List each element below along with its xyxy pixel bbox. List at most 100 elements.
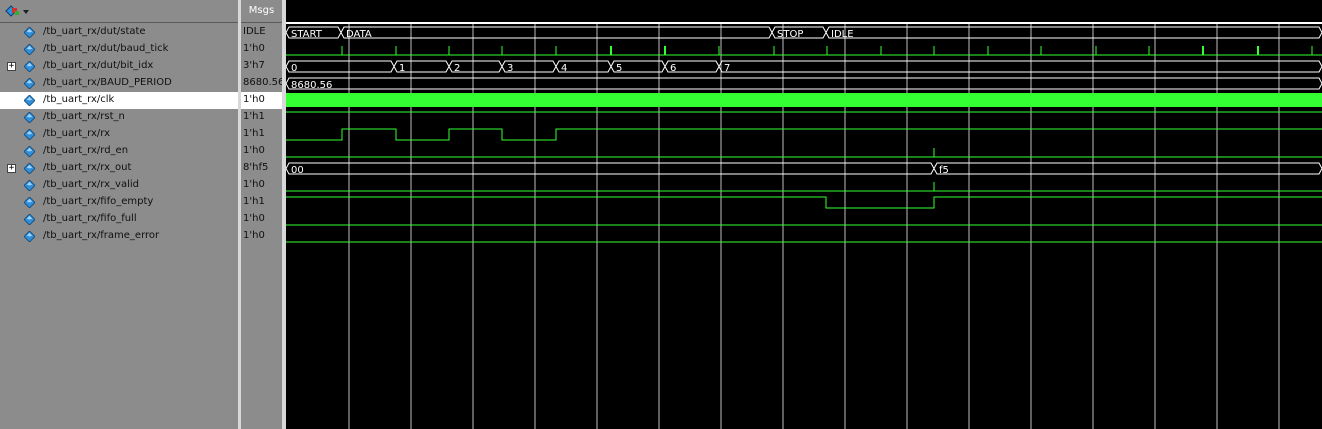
baud-period-segment [286, 77, 1322, 90]
bit-idx-segment [286, 60, 395, 73]
bit-idx-label: 4 [561, 63, 567, 74]
clk-trace [286, 93, 1322, 107]
state-label: START [291, 29, 323, 40]
bit-idx-label: 0 [291, 63, 297, 74]
value-row: IDLE [241, 24, 282, 41]
diamond-signal-icon [24, 146, 35, 157]
signal-value: 1'h0 [243, 213, 265, 224]
signal-row[interactable]: /tb_uart_rx/frame_error [0, 228, 238, 245]
value-row: 1'h1 [241, 109, 282, 126]
signal-row[interactable]: /tb_uart_rx/fifo_empty [0, 194, 238, 211]
plus-expander-icon[interactable]: + [7, 164, 16, 173]
signal-value: 1'h1 [243, 196, 265, 207]
rx-trace [286, 128, 1322, 141]
diamond-signal-icon [24, 61, 35, 72]
values-panel: Msgs IDLE 1'h0 3'h7 8680.56 1'h0 1'h1 1'h1 1'h0… [241, 0, 285, 429]
signal-value: 1'h1 [243, 111, 265, 122]
fifo-empty-trace [286, 196, 1322, 209]
state-label: STOP [777, 29, 803, 40]
msgs-header: Msgs [241, 0, 282, 23]
signal-value: 1'h0 [243, 43, 265, 54]
bit-idx-label: 6 [670, 63, 676, 74]
signal-value: 1'h0 [243, 179, 265, 190]
signal-value: 8'hf5 [243, 162, 269, 173]
rx-out-label: f5 [939, 165, 949, 176]
diamond-signal-icon [24, 95, 35, 106]
baud-period-label: 8680.56 [291, 80, 332, 91]
names-header [0, 0, 238, 23]
signal-value: 1'h0 [243, 145, 265, 156]
value-row: 1'h1 [241, 126, 282, 143]
value-row: 1'h0 [241, 228, 282, 245]
state-segment [340, 26, 773, 39]
diamond-signal-icon [24, 27, 35, 38]
waveform-svg[interactable]: START DATA STOP IDLE 0 1 2 3 4 5 6 7 8680.56 00 f5 [286, 0, 1322, 429]
signal-name: /tb_uart_rx/fifo_empty [43, 196, 154, 207]
signal-name: /tb_uart_rx/rx [43, 128, 111, 139]
signal-row[interactable]: /tb_uart_rx/rd_en [0, 143, 238, 160]
bit-idx-label: 3 [507, 63, 513, 74]
wave-window: /tb_uart_rx/dut/state/tb_uart_rx/dut/bau… [0, 0, 1322, 429]
value-row: 1'h0 [241, 211, 282, 228]
waveform-canvas[interactable]: START DATA STOP IDLE 0 1 2 3 4 5 6 7 8680.56 00 f5 [286, 0, 1322, 429]
diamond-signal-icon [24, 129, 35, 140]
value-row: 1'h1 [241, 194, 282, 211]
diamond-signal-icon [24, 231, 35, 242]
plus-expander-icon[interactable]: + [7, 62, 16, 71]
diamond-signal-icon [24, 180, 35, 191]
signal-name: /tb_uart_rx/BAUD_PERIOD [43, 77, 172, 88]
state-label: IDLE [831, 29, 854, 40]
value-row: 1'h0 [241, 92, 282, 109]
signal-value: 8680.56 [243, 77, 285, 88]
rx-out-label: 00 [291, 165, 304, 176]
signal-name: /tb_uart_rx/dut/bit_idx [43, 60, 154, 71]
diamond-signal-icon [24, 112, 35, 123]
diamond-signal-icon [24, 214, 35, 225]
value-row: 8680.56 [241, 75, 285, 92]
signal-name: /tb_uart_rx/dut/baud_tick [43, 43, 169, 54]
signal-row[interactable]: /tb_uart_rx/rst_n [0, 109, 238, 126]
signal-row[interactable]: + /tb_uart_rx/dut/bit_idx [0, 58, 238, 75]
signal-row[interactable]: + /tb_uart_rx/rx_out [0, 160, 238, 177]
signal-name: /tb_uart_rx/rx_out [43, 162, 132, 173]
signal-value: IDLE [243, 26, 266, 37]
state-segment [825, 26, 1322, 39]
signal-row[interactable]: /tb_uart_rx/fifo_full [0, 211, 238, 228]
signal-value: 1'h0 [243, 94, 265, 105]
signal-value: 1'h0 [243, 230, 265, 241]
signal-name: /tb_uart_rx/fifo_full [43, 213, 137, 224]
signal-row[interactable]: /tb_uart_rx/rx [0, 126, 238, 143]
rx-out-segment [933, 162, 1322, 175]
signal-name: /tb_uart_rx/rst_n [43, 111, 125, 122]
diamond-signal-icon [24, 78, 35, 89]
diamond-signal-icon [24, 44, 35, 55]
signal-name: /tb_uart_rx/rx_valid [43, 179, 139, 190]
wave-palette-icon[interactable] [4, 4, 32, 18]
bit-idx-label: 2 [454, 63, 460, 74]
value-row: 8'hf5 [241, 160, 282, 177]
value-row: 1'h0 [241, 41, 282, 58]
bit-idx-label: 5 [616, 63, 622, 74]
value-row: 3'h7 [241, 58, 282, 75]
signal-row[interactable]: /tb_uart_rx/dut/state [0, 24, 238, 41]
bit-idx-label: 7 [724, 63, 730, 74]
rx-out-segment [286, 162, 935, 175]
state-label: DATA [346, 29, 372, 40]
bit-idx-segment [718, 60, 1322, 73]
signal-row[interactable]: /tb_uart_rx/clk [0, 92, 238, 109]
signal-name: /tb_uart_rx/frame_error [43, 230, 160, 241]
signal-row[interactable]: /tb_uart_rx/dut/baud_tick [0, 41, 238, 58]
signal-value: 1'h1 [243, 128, 265, 139]
diamond-signal-icon [24, 197, 35, 208]
bit-idx-label: 1 [399, 63, 405, 74]
diamond-signal-icon [24, 163, 35, 174]
signal-row[interactable]: /tb_uart_rx/BAUD_PERIOD [0, 75, 238, 92]
value-row: 1'h0 [241, 143, 282, 160]
signal-name: /tb_uart_rx/rd_en [43, 145, 129, 156]
signal-names-panel: /tb_uart_rx/dut/state/tb_uart_rx/dut/bau… [0, 0, 238, 429]
signal-name: /tb_uart_rx/dut/state [43, 26, 146, 37]
value-row: 1'h0 [241, 177, 282, 194]
signal-value: 3'h7 [243, 60, 265, 71]
signal-row[interactable]: /tb_uart_rx/rx_valid [0, 177, 238, 194]
signal-name: /tb_uart_rx/clk [43, 94, 115, 105]
